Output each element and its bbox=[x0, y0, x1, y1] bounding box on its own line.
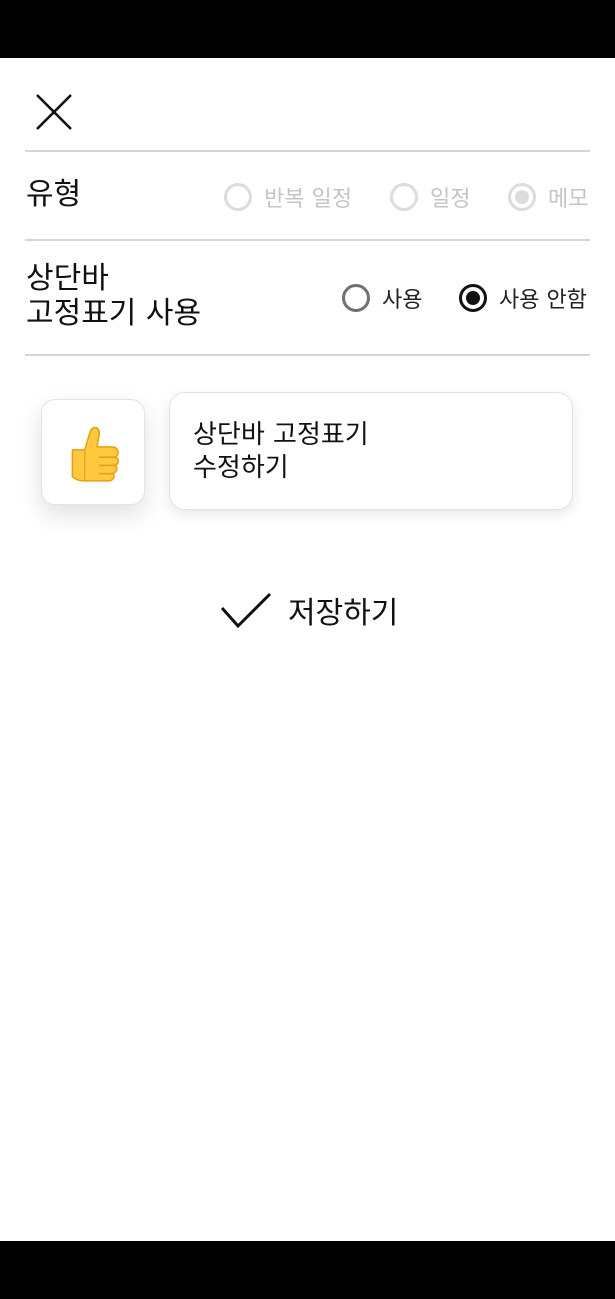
type-label: 유형 bbox=[26, 177, 82, 212]
emoji-picker-button[interactable] bbox=[41, 399, 145, 505]
radio-label: 사용 안함 bbox=[499, 288, 587, 313]
close-icon bbox=[36, 94, 72, 130]
check-icon bbox=[220, 592, 272, 629]
radio-label: 사용 bbox=[382, 288, 423, 313]
memo-text-field[interactable]: 상단바 고정표기 수정하기 bbox=[169, 392, 573, 510]
radio-repeat-schedule: 반복 일정 bbox=[224, 181, 352, 213]
radio-circle bbox=[390, 183, 418, 211]
radio-circle bbox=[224, 183, 252, 211]
divider bbox=[25, 150, 590, 152]
divider bbox=[25, 354, 590, 356]
radio-circle-selected bbox=[508, 183, 536, 211]
memo-text-line1: 상단바 고정표기 bbox=[193, 420, 369, 450]
save-button[interactable]: 저장하기 bbox=[218, 586, 398, 634]
navigation-bar bbox=[0, 1241, 615, 1299]
radio-circle bbox=[342, 284, 370, 312]
radio-memo: 메모 bbox=[508, 181, 588, 213]
radio-label: 일정 bbox=[430, 187, 471, 212]
memo-text-line2: 수정하기 bbox=[193, 453, 289, 483]
pin-label-line2: 고정표기 사용 bbox=[26, 296, 202, 331]
divider bbox=[25, 239, 590, 241]
thumbs-up-icon bbox=[71, 426, 120, 482]
radio-dot bbox=[466, 291, 480, 305]
pin-label-line1: 상단바 bbox=[26, 261, 109, 296]
close-button[interactable] bbox=[28, 86, 80, 138]
radio-use[interactable]: 사용 bbox=[342, 282, 422, 314]
radio-label: 반복 일정 bbox=[264, 187, 352, 212]
radio-label: 메모 bbox=[548, 187, 589, 212]
radio-schedule: 일정 bbox=[390, 181, 470, 213]
status-bar bbox=[0, 0, 615, 58]
radio-not-use[interactable]: 사용 안함 bbox=[459, 282, 587, 314]
radio-dot bbox=[515, 190, 529, 204]
radio-circle-selected bbox=[459, 284, 487, 312]
save-label: 저장하기 bbox=[288, 596, 399, 631]
